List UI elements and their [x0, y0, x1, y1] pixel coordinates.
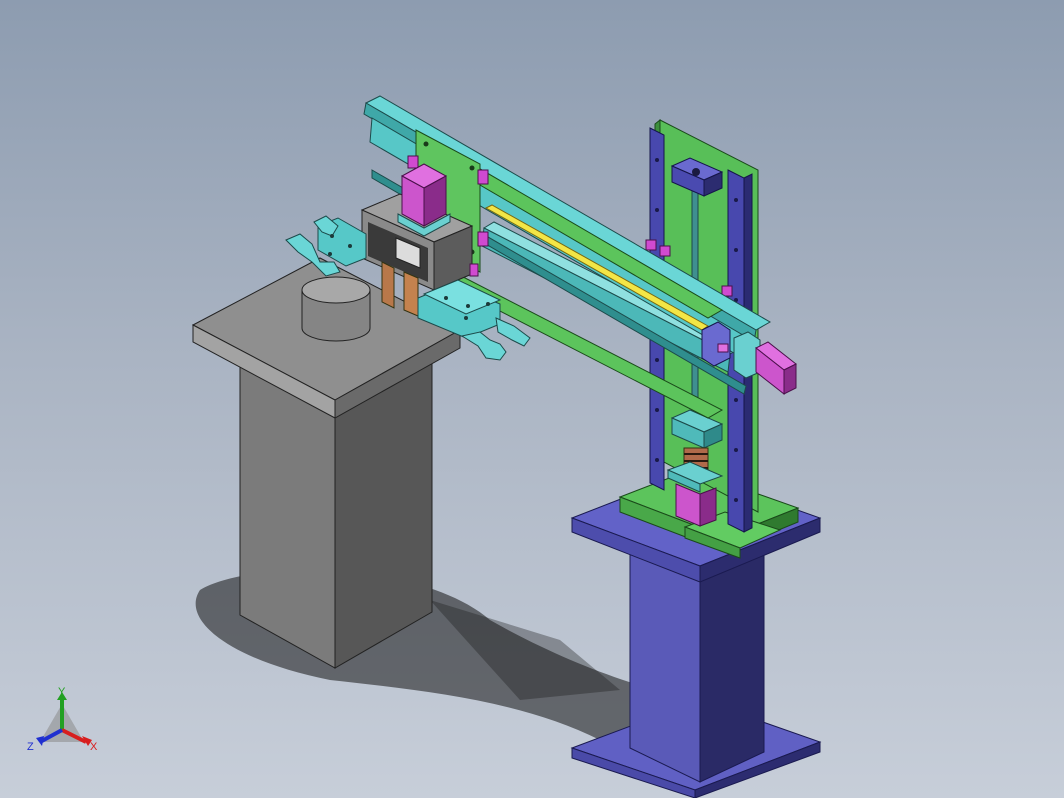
gripper-left[interactable]: [285, 215, 367, 277]
pedestal-column-side: [699, 554, 765, 783]
cylinder-workpiece[interactable]: [301, 276, 371, 342]
triad-x-label: X: [90, 741, 98, 753]
gripper-mount-left: [381, 261, 395, 309]
gripper-right-finger-bottom: [460, 331, 507, 361]
triad-z-arrow: [36, 736, 44, 746]
cad-viewport[interactable]: Y Z X: [0, 0, 1064, 798]
z-motor-body-side: [699, 487, 717, 527]
triad-z-label: Z: [27, 741, 34, 753]
pedestal-column-front: [629, 549, 701, 783]
triad-y-label: Y: [58, 686, 66, 698]
rotary-motor[interactable]: [397, 163, 451, 237]
cylinder-top: [301, 276, 371, 304]
axis-triad: Y Z X: [24, 684, 104, 764]
gripper-mount-right: [403, 271, 419, 317]
robot-arm-model[interactable]: [0, 0, 1064, 798]
